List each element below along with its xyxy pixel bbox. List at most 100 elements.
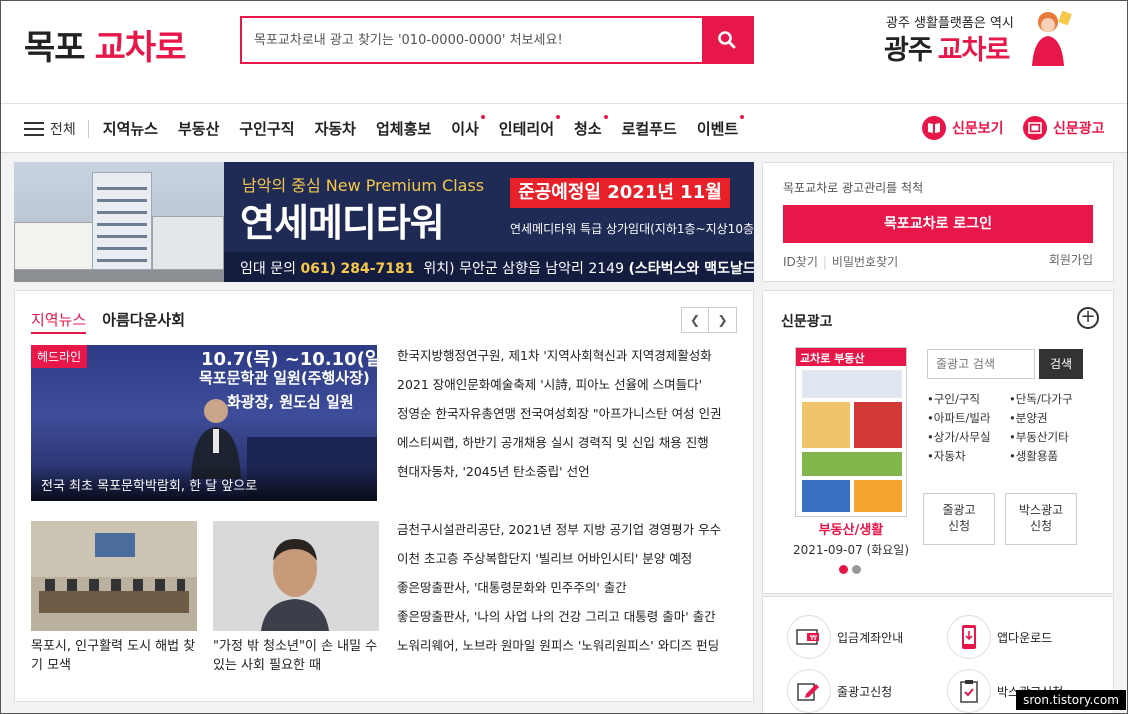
promo-character-icon [1032, 10, 1072, 66]
login-box: 목포교차로 광고관리를 척척 목포교차로 로그인 ID찾기 | 비밀번호찾기 회원가… [762, 162, 1114, 282]
phone-download-icon [947, 615, 991, 659]
ad-category-list: •구인/구직 •단독/다가구 •아파트/빌라 •분양권 •상가/사무실 •부동산… [927, 391, 1097, 464]
site-search [240, 16, 754, 64]
ad-category-link[interactable]: •아파트/빌라 [927, 410, 1009, 426]
newspaper-cover[interactable]: 교차로 부동산 [795, 347, 907, 517]
nav-item-cars[interactable]: 자동차 [315, 118, 356, 139]
headline-badge: 헤드라인 [31, 345, 88, 368]
ad-category-link[interactable]: •생활용품 [1009, 448, 1091, 464]
search-button[interactable] [702, 18, 752, 62]
nav-item-business[interactable]: 업체홍보 [376, 118, 431, 139]
login-button[interactable]: 목포교차로 로그인 [783, 205, 1093, 243]
plus-icon[interactable]: + [1077, 307, 1099, 329]
list-item[interactable]: 에스티씨랩, 하반기 공개채용 실시 경력직 및 신입 채용 진행 [397, 434, 737, 463]
box-ad-apply-button[interactable]: 박스광고 신청 [1005, 493, 1077, 545]
newspaper-ads-panel: 신문광고 + 교차로 부동산 부동산/생활 2021-09-07 (화요일) 검… [762, 290, 1114, 594]
thumb-caption[interactable]: "가정 밖 청소년"이 손 내밀 수 있는 사회 필요한 때 [213, 637, 379, 675]
logo-text-gyocharo: 교차로 [94, 28, 187, 68]
carousel-dots [839, 565, 865, 574]
clipboard-check-icon [947, 669, 991, 713]
search-input[interactable] [242, 18, 704, 62]
newspaper-ad-link[interactable]: 신문광고 [1023, 116, 1105, 140]
tab-beautiful-society[interactable]: 아름다운사회 [102, 309, 185, 334]
list-item[interactable]: 금천구시설관리공단, 2021년 정부 지방 공기업 경영평가 우수 [397, 521, 737, 550]
list-item[interactable]: 2021 장애인문화예술축제 '시詩, 피아노 선율에 스며들다' [397, 376, 737, 405]
ad-category-link[interactable]: •부동산기타 [1009, 429, 1091, 445]
news-tabs: 지역뉴스 아름다운사회 [31, 309, 185, 334]
line-ad-search-input[interactable] [928, 350, 1034, 378]
book-icon [922, 116, 946, 140]
list-item[interactable]: 이천 초고층 주상복합단지 '빌리브 어바인시티' 분양 예정 [397, 550, 737, 579]
tab-local-news[interactable]: 지역뉴스 [31, 309, 87, 334]
newspaper-view-link[interactable]: 신문보기 [922, 116, 1004, 140]
ad-category-link[interactable]: •구인/구직 [927, 391, 1009, 407]
news-thumb-portrait[interactable] [213, 521, 379, 631]
prev-arrow-icon[interactable]: ❮ [681, 307, 709, 333]
nav-item-real-estate[interactable]: 부동산 [178, 118, 219, 139]
list-item[interactable]: 현대자동차, '2045년 탄소중립' 선언 [397, 463, 737, 492]
news-list-bottom: 금천구시설관리공단, 2021년 정부 지방 공기업 경영평가 우수 이천 초고… [397, 521, 737, 666]
nav-item-jobs[interactable]: 구인구직 [239, 118, 294, 139]
find-id-link[interactable]: ID찾기 [783, 255, 818, 269]
list-item[interactable]: 좋은땅출판사, '나의 사업 나의 건강 그리고 대통령 출마' 출간 [397, 608, 737, 637]
news-pager: ❮ ❯ [681, 307, 737, 333]
main-nav: 전체 지역뉴스 부동산 구인구직 자동차 업체홍보 이사 인테리어 청소 로컬푸… [0, 103, 1128, 153]
newspaper-date: 2021-09-07 (화요일) [792, 543, 910, 557]
next-arrow-icon[interactable]: ❯ [709, 307, 737, 333]
news-section: 지역뉴스 아름다운사회 ❮ ❯ 10.7(목) ~10.10(일) 목포문학관 … [14, 290, 754, 702]
list-item[interactable]: 좋은땅출판사, '대통령문화와 민주주의' 출간 [397, 579, 737, 608]
nav-divider [87, 119, 89, 138]
building-image [14, 162, 224, 282]
news-thumb-meeting[interactable] [31, 521, 197, 631]
search-icon [718, 31, 736, 49]
line-ad-apply-link[interactable]: 줄광고신청 [787, 669, 892, 713]
nav-new-dot [556, 115, 560, 119]
promo-logo: 광주 교차로 [884, 35, 1010, 66]
nav-item-local-food[interactable]: 로컬푸드 [622, 118, 677, 139]
nav-menu: 전체 지역뉴스 부동산 구인구직 자동차 업체홍보 이사 인테리어 청소 로컬푸… [24, 115, 758, 139]
line-ad-apply-button[interactable]: 줄광고 신청 [923, 493, 995, 545]
ad-category-link[interactable]: •자동차 [927, 448, 1009, 464]
ad-banner-yonsei-medi-tower[interactable]: 남악의 중심 New Premium Class 연세메디타워 준공예정일 20… [14, 162, 754, 282]
news-list-top: 한국지방행정연구원, 제1차 '지역사회혁신과 지역경제활성화 2021 장애인… [397, 347, 737, 492]
nav-item-events[interactable]: 이벤트 [697, 115, 745, 139]
nav-item-cleaning[interactable]: 청소 [574, 115, 608, 139]
watermark: sron.tistory.com [1016, 690, 1126, 710]
banner-contact: 임대 문의 061) 284-7181 위치) 무안군 삼향읍 남악리 2149… [240, 261, 754, 277]
list-item[interactable]: 정영순 한국자유총연맹 전국여성회장 "아프가니스탄 여성 인권 [397, 405, 737, 434]
carousel-dot-active[interactable] [839, 565, 848, 574]
nav-item-moving[interactable]: 이사 [451, 115, 485, 139]
login-help-links: ID찾기 | 비밀번호찾기 [783, 255, 899, 269]
gwangju-promo-banner[interactable]: 광주 생활플랫폼은 역시 광주 교차로 [884, 10, 1084, 72]
line-ad-search-button[interactable]: 검색 [1039, 349, 1083, 379]
join-link[interactable]: 회원가입 [1049, 251, 1093, 268]
list-item[interactable]: 한국지방행정연구원, 제1차 '지역사회혁신과 지역경제활성화 [397, 347, 737, 376]
line-ad-search [927, 349, 1035, 379]
newspaper-category[interactable]: 부동산/생활 [799, 519, 903, 538]
nav-new-dot [740, 115, 745, 119]
hamburger-icon[interactable] [24, 121, 44, 136]
headline-sign-venue: 목포문학관 일원(주행사장) [199, 369, 370, 387]
newspaper-icon [1023, 116, 1047, 140]
ad-category-link[interactable]: •분양권 [1009, 410, 1091, 426]
nav-item-interior[interactable]: 인테리어 [499, 115, 560, 139]
banner-title: 연세메디타워 [240, 201, 445, 245]
deposit-account-link[interactable]: ₩ 입금계좌안내 [787, 615, 903, 659]
thumb-caption[interactable]: 목포시, 인구활력 도시 해법 찾기 모색 [31, 637, 197, 675]
carousel-dot[interactable] [852, 565, 861, 574]
newspaper-ads-title: 신문광고 [781, 314, 833, 330]
find-password-link[interactable]: 비밀번호찾기 [832, 255, 898, 269]
banner-detail: 연세메디타워 특급 상가임대(지하1층~지상10층) [510, 222, 754, 236]
site-header: 목포교차로 광주 생활플랫폼은 역시 광주교차로 [0, 0, 1128, 103]
login-title: 목포교차로 광고관리를 척척 [783, 181, 924, 195]
app-download-link[interactable]: 앱다운로드 [947, 615, 1052, 659]
ad-category-link[interactable]: •단독/다가구 [1009, 391, 1091, 407]
headline-news-card[interactable]: 10.7(목) ~10.10(일) 목포문학관 일원(주행사장) 화광장, 원도… [31, 345, 377, 501]
nav-item-local-news[interactable]: 지역뉴스 [103, 118, 158, 139]
site-logo[interactable]: 목포 교차로 [24, 20, 187, 69]
ad-category-link[interactable]: •상가/사무실 [927, 429, 1009, 445]
speaker-photo [191, 399, 241, 479]
svg-text:₩: ₩ [810, 634, 817, 642]
list-item[interactable]: 노워리웨어, 노브라 원마일 원피스 '노워리원피스' 와디즈 펀딩 [397, 637, 737, 666]
nav-all[interactable]: 전체 [50, 119, 76, 139]
